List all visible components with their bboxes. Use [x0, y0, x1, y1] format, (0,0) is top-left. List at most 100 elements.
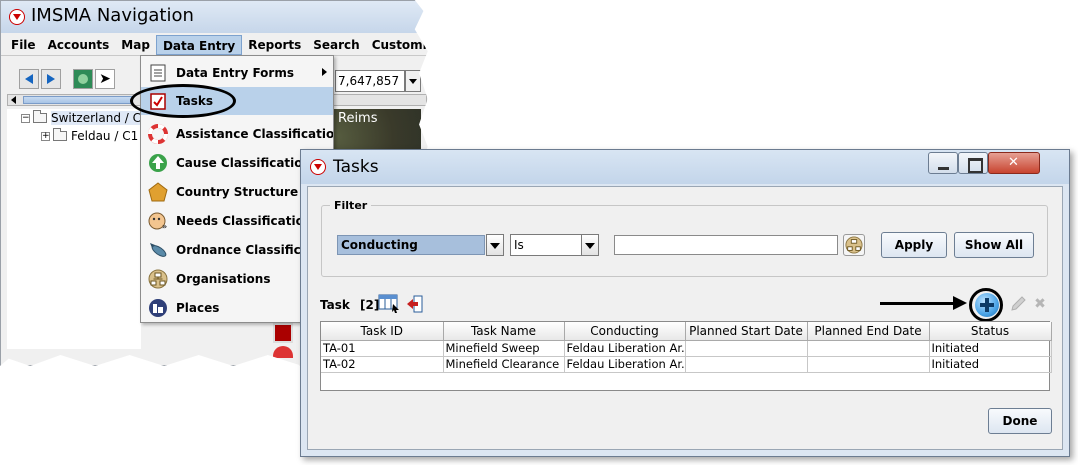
- svg-text:»: »: [162, 222, 167, 231]
- pointer-arrow-line: [880, 302, 956, 305]
- form-icon: [148, 63, 168, 83]
- tasks-highlight-circle: [130, 84, 236, 118]
- folder-icon: [53, 128, 67, 141]
- menu-data-entry[interactable]: Data Entry: [155, 34, 243, 55]
- navigation-toolbar: ➤: [19, 69, 115, 93]
- pencil-icon: [1011, 296, 1026, 311]
- imsma-logo-icon: [310, 159, 326, 175]
- menu-bar: File Accounts Map Data Entry Reports Sea…: [1, 34, 428, 56]
- select-pointer-button[interactable]: ➤: [95, 69, 115, 89]
- table-cell: [685, 340, 808, 357]
- table-cell: Minefield Clearance: [443, 356, 565, 373]
- table-row[interactable]: TA-02 Minefield Clearance Feldau Liberat…: [321, 356, 1052, 373]
- done-button[interactable]: Done: [988, 408, 1052, 434]
- menu-item-label: Country Structure: [176, 185, 299, 199]
- map-place-label: Reims: [338, 111, 378, 126]
- map-globe-button[interactable]: [73, 69, 93, 89]
- task-count: [2]: [360, 298, 380, 312]
- filter-operator-dropdown-button[interactable]: [581, 234, 599, 256]
- organisation-lookup-button[interactable]: [843, 234, 865, 256]
- ordnance-icon: [148, 240, 168, 260]
- table-cell: Feldau Liberation Ar...: [564, 356, 686, 373]
- scrollbar-thumb[interactable]: [23, 96, 133, 104]
- column-header-status[interactable]: Status: [929, 322, 1052, 341]
- menu-item-label: Places: [176, 301, 220, 315]
- coordinate-dropdown-button[interactable]: [405, 70, 421, 92]
- export-icon[interactable]: [405, 294, 425, 314]
- forward-button[interactable]: [41, 69, 61, 89]
- table-cell: Minefield Sweep: [443, 340, 565, 357]
- table-cell: [807, 356, 930, 373]
- cursor-arrow-icon: ➤: [99, 71, 111, 87]
- apply-button[interactable]: Apply: [881, 232, 947, 258]
- add-task-button[interactable]: [975, 293, 999, 317]
- filter-field-select[interactable]: Conducting: [337, 235, 485, 255]
- edit-task-button[interactable]: [1008, 294, 1028, 314]
- navigation-window-title: IMSMA Navigation: [31, 5, 194, 26]
- menu-search[interactable]: Search: [307, 35, 365, 55]
- menu-customisation[interactable]: Customisation: [366, 35, 428, 55]
- menu-item-label: Data Entry Forms: [176, 66, 294, 80]
- delete-task-button[interactable]: ✖: [1032, 294, 1048, 314]
- minimize-button[interactable]: [928, 152, 958, 174]
- close-button[interactable]: [988, 152, 1040, 174]
- filter-operator-select[interactable]: Is: [510, 234, 582, 256]
- table-cell: Initiated: [929, 340, 1052, 357]
- table-header-row: Task ID Task Name Conducting Planned Sta…: [321, 322, 1052, 341]
- task-section-label: Task: [320, 298, 350, 312]
- column-header-conducting[interactable]: Conducting: [564, 322, 686, 341]
- up-arrow-icon: [148, 153, 168, 173]
- menu-item-label: Assistance Classification: [176, 127, 333, 141]
- back-button[interactable]: [19, 69, 39, 89]
- tree-expand-icon[interactable]: +: [41, 131, 50, 141]
- globe-icon: [78, 74, 88, 84]
- navigation-title-bar: IMSMA Navigation: [1, 1, 428, 33]
- lifebuoy-icon: [148, 124, 168, 144]
- arrow-left-icon: [25, 74, 33, 84]
- column-header-task-name[interactable]: Task Name: [443, 322, 565, 341]
- tree-node-label: Feldau / C1: [71, 129, 139, 143]
- map-tool-icon[interactable]: [273, 346, 293, 358]
- folder-icon: [33, 110, 47, 123]
- scroll-left-arrow-icon[interactable]: [8, 94, 20, 106]
- table-row[interactable]: TA-01 Minefield Sweep Feldau Liberation …: [321, 340, 1052, 357]
- menu-item-label: Cause Classification: [176, 156, 312, 170]
- table-cell: Feldau Liberation Ar...: [564, 340, 686, 357]
- tree-node-switzerland[interactable]: − Switzerland / C: [7, 109, 141, 127]
- menu-map[interactable]: Map: [115, 35, 156, 55]
- tree-collapse-icon[interactable]: −: [21, 113, 30, 123]
- tree-node-feldau[interactable]: + Feldau / C1: [7, 127, 141, 145]
- organisation-chart-icon: [845, 236, 863, 254]
- column-header-task-id[interactable]: Task ID: [321, 322, 444, 341]
- filter-value-input[interactable]: [614, 235, 838, 255]
- places-icon: [148, 298, 168, 318]
- tree-node-label: Switzerland / C: [50, 111, 141, 125]
- show-all-button[interactable]: Show All: [954, 232, 1034, 258]
- menu-reports[interactable]: Reports: [242, 35, 307, 55]
- table-cell: TA-02: [321, 356, 444, 373]
- coordinate-field[interactable]: 7,647,857: [335, 70, 405, 92]
- organisation-chart-icon: [148, 269, 168, 289]
- filter-field-dropdown-button[interactable]: [486, 234, 504, 256]
- plus-icon: [980, 298, 994, 312]
- menu-accounts[interactable]: Accounts: [42, 35, 116, 55]
- location-tree: − Switzerland / C + Feldau / C1: [7, 109, 141, 349]
- tasks-dialog-title: Tasks: [333, 157, 379, 177]
- menu-item-label: Organisations: [176, 272, 271, 286]
- table-cell: [807, 340, 930, 357]
- table-view-icon[interactable]: [378, 294, 400, 314]
- menu-item-data-entry-forms[interactable]: Data Entry Forms: [141, 59, 333, 87]
- menu-item-assistance-classification[interactable]: Assistance Classification: [141, 120, 333, 148]
- table-cell: TA-01: [321, 340, 444, 357]
- imsma-logo-icon: [9, 9, 25, 25]
- pointer-arrow-head-icon: [953, 296, 967, 310]
- column-header-planned-start-date[interactable]: Planned Start Date: [685, 322, 808, 341]
- submenu-arrow-icon: [322, 68, 327, 76]
- filter-legend: Filter: [330, 199, 372, 212]
- arrow-right-icon: [47, 74, 55, 84]
- map-layer-icon[interactable]: [273, 323, 293, 343]
- maximize-button[interactable]: [958, 152, 988, 174]
- menu-file[interactable]: File: [5, 35, 42, 55]
- menu-item-label: Needs Classification: [176, 214, 313, 228]
- column-header-planned-end-date[interactable]: Planned End Date: [807, 322, 930, 341]
